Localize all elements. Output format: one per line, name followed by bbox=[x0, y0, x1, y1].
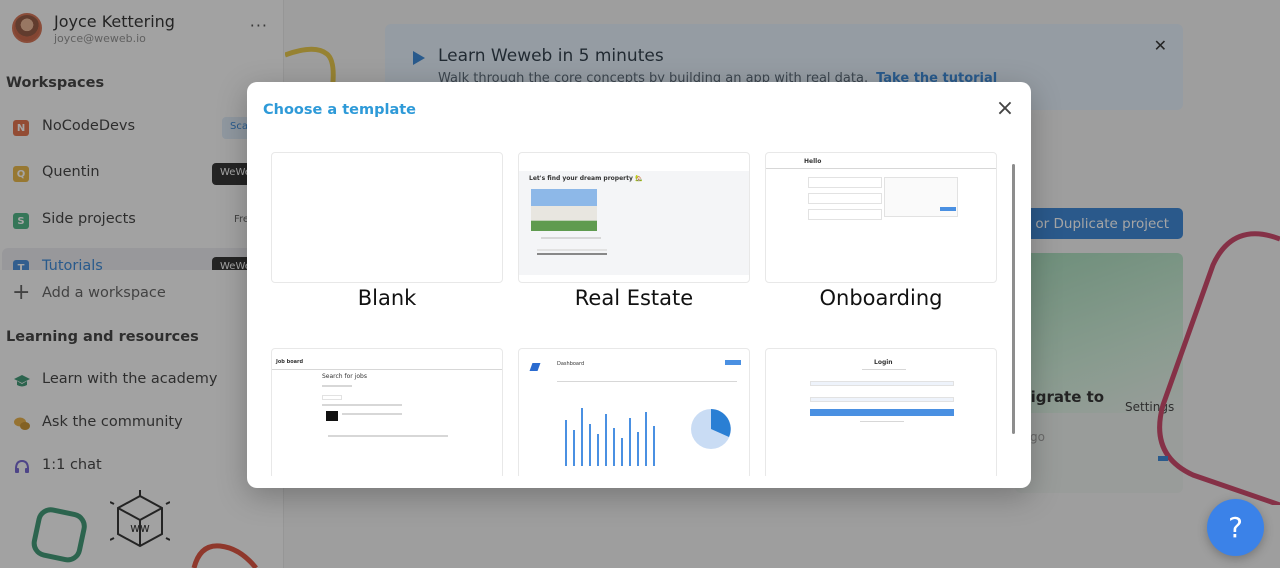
preview-row bbox=[808, 193, 882, 204]
template-modal: Choose a template × Blank Let's find you… bbox=[247, 82, 1031, 488]
preview-line bbox=[322, 404, 402, 406]
template-preview: Hello bbox=[765, 152, 997, 283]
template-preview: Let's find your dream property 🏡 bbox=[518, 152, 750, 283]
preview-button bbox=[810, 409, 954, 416]
template-preview bbox=[271, 152, 503, 283]
preview-headline: Search for jobs bbox=[322, 373, 367, 380]
preview-line bbox=[766, 168, 996, 169]
preview-brand: Job board bbox=[276, 359, 304, 365]
preview-form bbox=[884, 177, 958, 217]
template-preview: Job board Search for jobs bbox=[271, 348, 503, 476]
preview-logo bbox=[529, 363, 541, 371]
preview-bar-chart bbox=[565, 408, 655, 466]
preview-row bbox=[808, 177, 882, 188]
template-name: Onboarding bbox=[819, 286, 943, 310]
preview-email-input bbox=[810, 381, 954, 386]
preview-headline: Login bbox=[874, 359, 893, 366]
template-preview: Login bbox=[765, 348, 997, 476]
preview-line bbox=[537, 253, 607, 255]
preview-row bbox=[322, 395, 342, 400]
preview-button bbox=[725, 360, 741, 365]
modal-scrollbar[interactable] bbox=[1012, 164, 1015, 434]
preview-pie-chart bbox=[691, 409, 731, 449]
template-name: Blank bbox=[357, 286, 417, 310]
template-name: Real Estate bbox=[574, 286, 694, 310]
preview-headline: Let's find your dream property 🏡 bbox=[529, 175, 643, 182]
preview-row bbox=[808, 209, 882, 220]
preview-line bbox=[862, 369, 906, 370]
preview-line bbox=[537, 249, 607, 251]
preview-line bbox=[322, 385, 352, 387]
preview-line bbox=[272, 369, 502, 370]
close-icon[interactable]: × bbox=[995, 98, 1015, 120]
preview-headline: Dashboard bbox=[557, 361, 585, 367]
preview-line bbox=[541, 237, 601, 239]
preview-line bbox=[557, 381, 737, 382]
template-grid: Blank Let's find your dream property 🏡 R… bbox=[247, 150, 1017, 476]
preview-headline: Hello bbox=[804, 158, 822, 165]
preview-button bbox=[940, 207, 956, 211]
preview-house-image bbox=[531, 189, 597, 231]
help-button[interactable]: ? bbox=[1207, 499, 1264, 556]
preview-line bbox=[328, 435, 448, 437]
modal-title: Choose a template bbox=[263, 102, 417, 118]
preview-line bbox=[342, 413, 402, 415]
preview-password-input bbox=[810, 397, 954, 402]
template-preview: Dashboard bbox=[518, 348, 750, 476]
preview-line bbox=[860, 421, 904, 422]
preview-logo bbox=[326, 411, 338, 421]
